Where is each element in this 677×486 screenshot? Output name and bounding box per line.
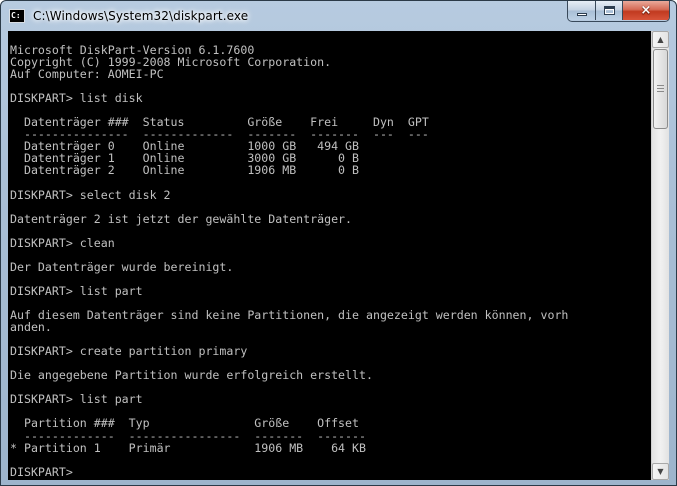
arrow-down-icon: ▼: [657, 467, 664, 476]
console-line: DISKPART> list part: [10, 392, 143, 407]
console-line: DISKPART>: [10, 464, 80, 479]
console-line: Die angegebene Partition wurde erfolgrei…: [10, 368, 373, 383]
arrow-up-icon: ▲: [657, 35, 664, 44]
console-line: DISKPART> clean: [10, 235, 115, 250]
maximize-icon: [603, 6, 615, 15]
console-line: DISKPART> list part: [10, 283, 143, 298]
console-line: DISKPART> create partition primary: [10, 344, 248, 359]
grip-line: [657, 85, 664, 86]
console-line: Auf Computer: AOMEI-PC: [10, 67, 164, 82]
console-line: * Partition 1 Primär 1906 MB 64 KB: [10, 440, 366, 455]
caption-buttons: ×: [567, 1, 670, 22]
console-line: Der Datenträger wurde bereinigt.: [10, 259, 234, 274]
console-window: C: C:\Windows\System32\diskpart.exe × Mi…: [0, 0, 677, 486]
console-line: anden.: [10, 320, 52, 335]
vertical-scrollbar[interactable]: ▲ ▼: [651, 31, 669, 480]
console-line: Auf diesem Datenträger sind keine Partit…: [10, 308, 569, 323]
scroll-down-button[interactable]: ▼: [652, 463, 669, 480]
console-line: Datenträger 2 Online 1906 MB 0 B: [10, 163, 360, 178]
console-text: Microsoft DiskPart-Version 6.1.7600 Copy…: [8, 31, 651, 478]
console-line: DISKPART> list disk: [10, 91, 143, 106]
maximize-button[interactable]: [596, 1, 623, 20]
console-line: Datenträger 2 ist jetzt der gewählte Dat…: [10, 211, 353, 226]
close-icon: ×: [640, 3, 652, 18]
window-title: C:\Windows\System32\diskpart.exe: [33, 9, 249, 23]
grip-line: [657, 88, 664, 89]
scroll-thumb[interactable]: [653, 49, 668, 129]
console-app-icon[interactable]: C:: [9, 9, 25, 23]
scroll-up-button[interactable]: ▲: [652, 31, 669, 48]
minimize-button[interactable]: [568, 1, 596, 20]
close-button[interactable]: ×: [623, 1, 669, 20]
minimize-icon: [576, 13, 587, 16]
console-line: DISKPART> select disk 2: [10, 187, 171, 202]
title-bar[interactable]: C: C:\Windows\System32\diskpart.exe ×: [1, 1, 676, 31]
console-output[interactable]: Microsoft DiskPart-Version 6.1.7600 Copy…: [8, 31, 651, 480]
grip-line: [657, 91, 664, 92]
